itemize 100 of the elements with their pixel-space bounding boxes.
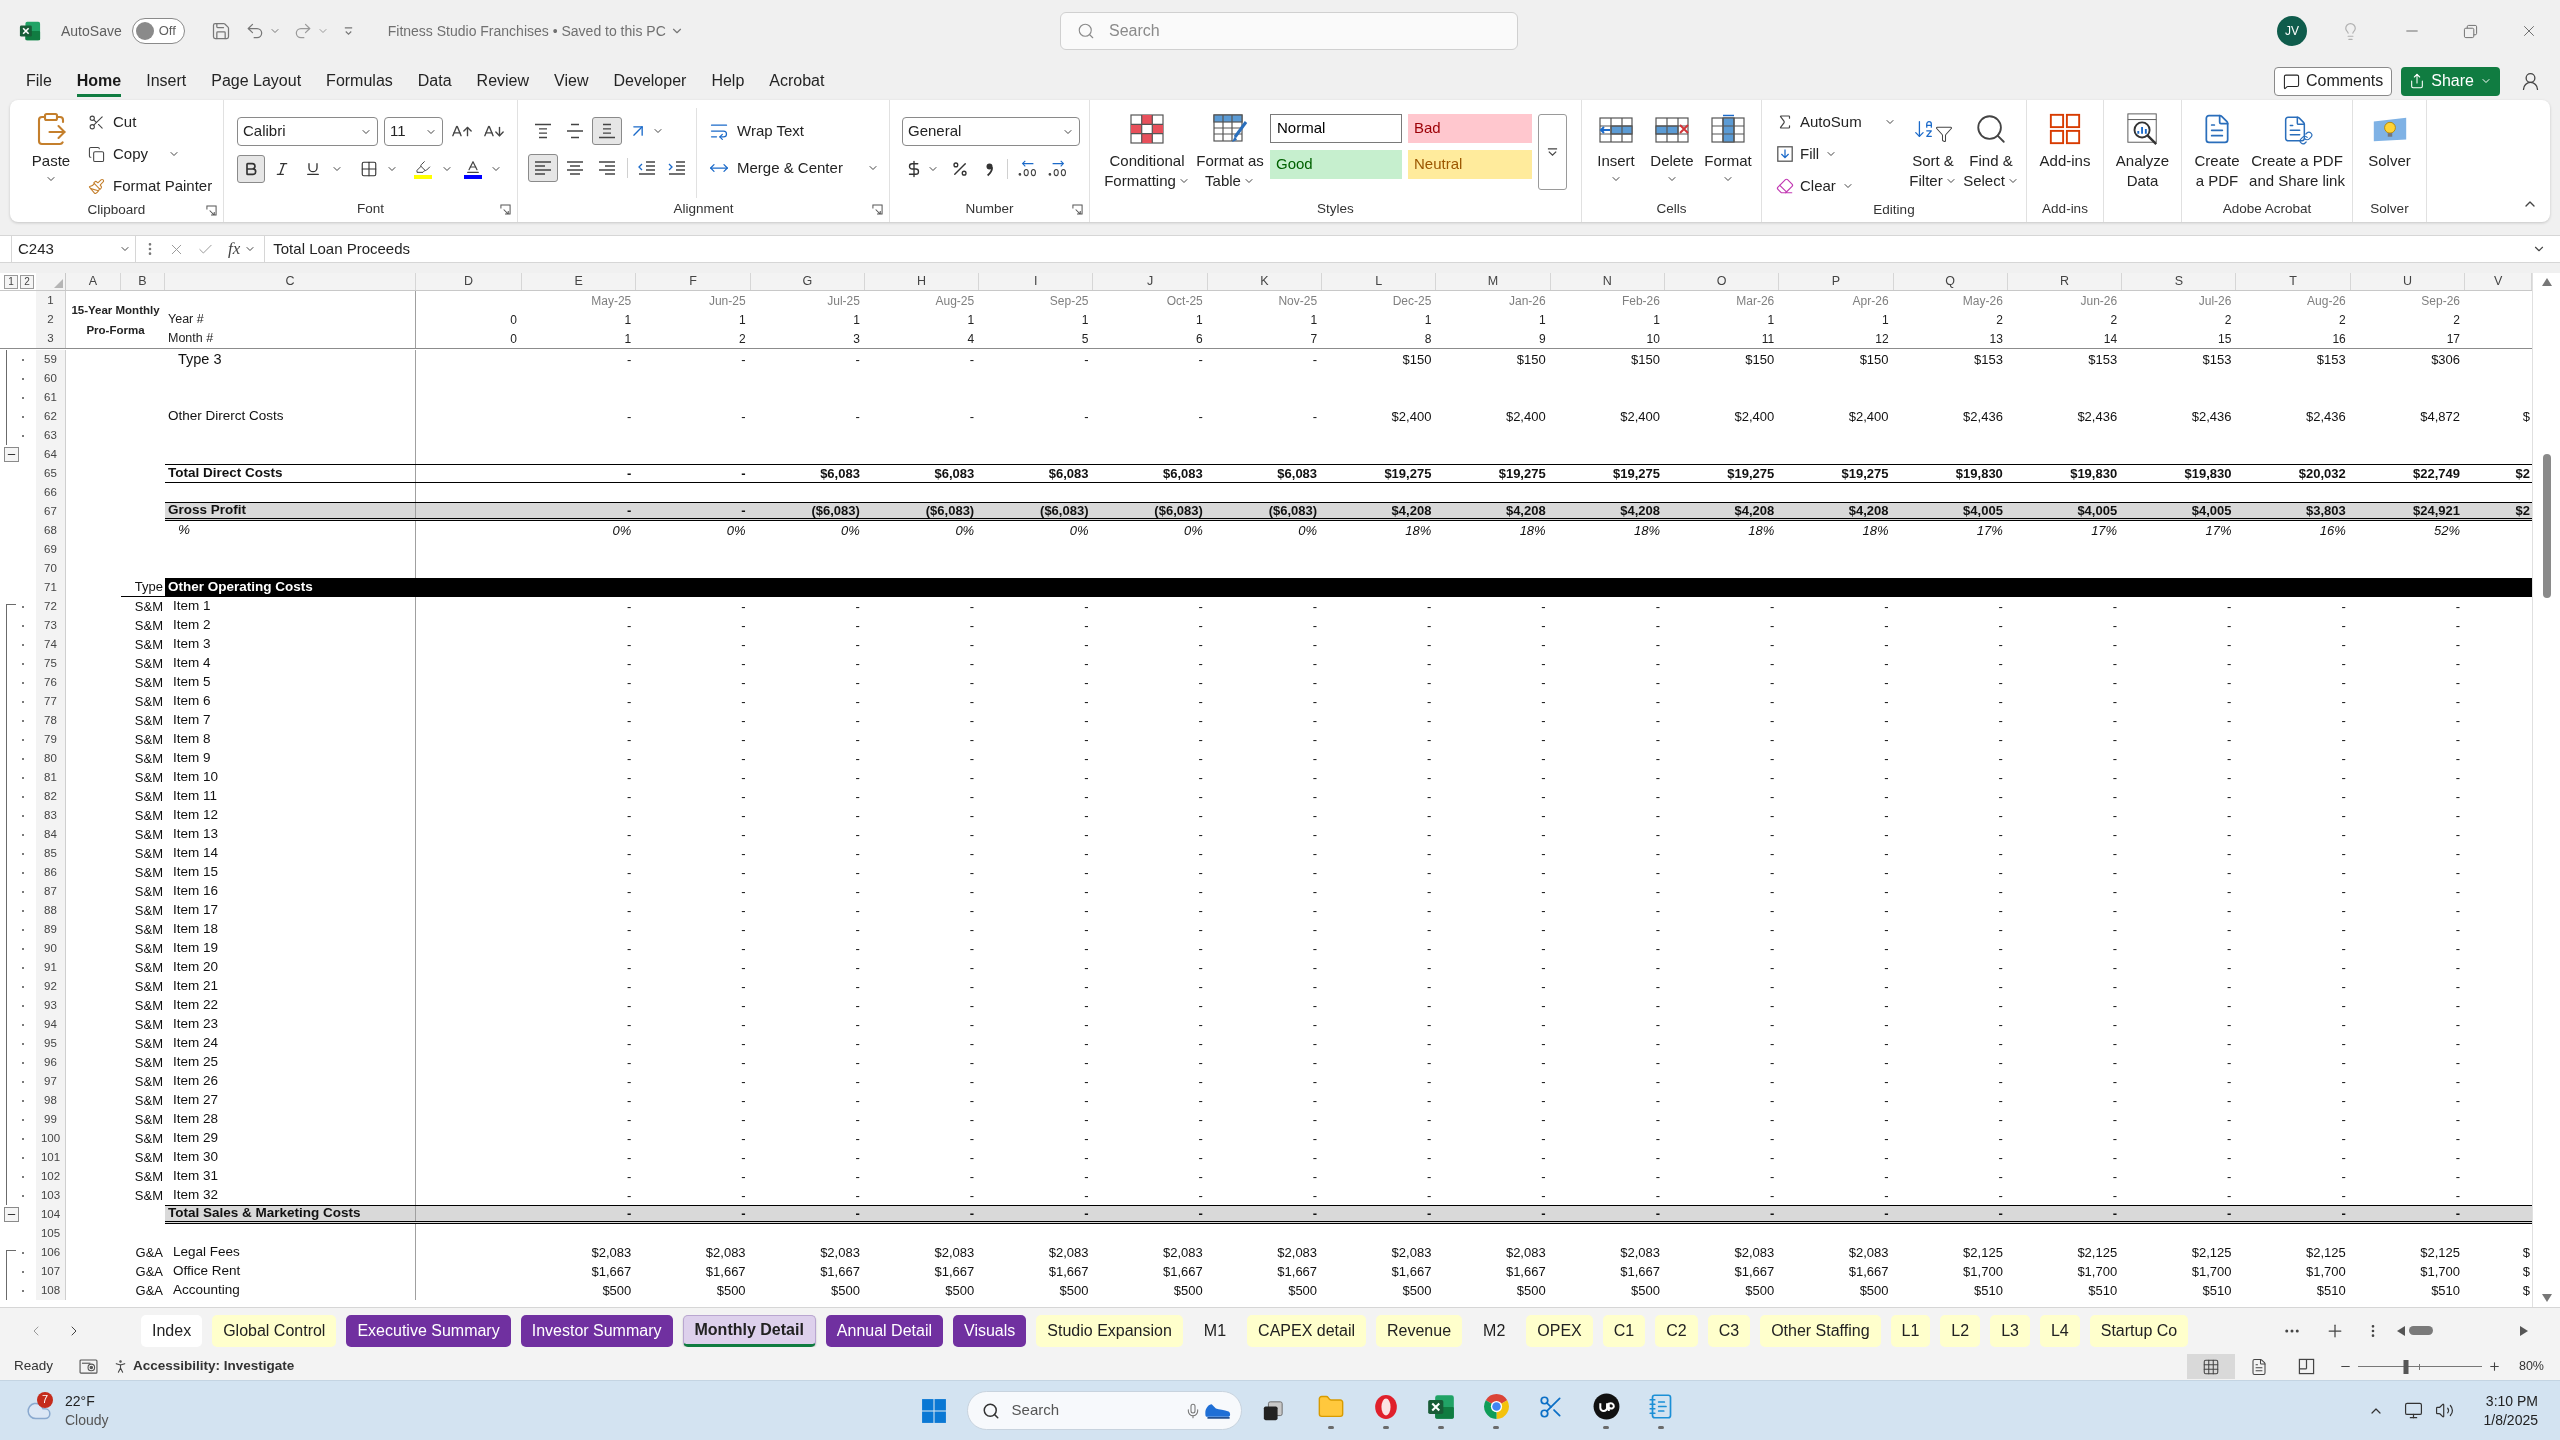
outline-level-button[interactable]: 2	[20, 274, 34, 289]
analyze-data-button[interactable]: Analyze Data	[2113, 108, 2172, 198]
menu-tab[interactable]: Home	[76, 65, 122, 97]
outline-level-button[interactable]: 1	[4, 274, 18, 289]
ring-logo-icon[interactable]	[1373, 1393, 1400, 1420]
tricolor-circle-icon[interactable]	[1482, 1393, 1510, 1420]
slider-thumb[interactable]	[2403, 1359, 2409, 1374]
autosave-toggle[interactable]: Off	[131, 18, 185, 44]
conditional-formatting-button[interactable]: Conditional Formatting	[1099, 108, 1195, 191]
scroll-down-arrow-icon[interactable]	[2541, 1294, 2552, 1302]
sheet-tab[interactable]: L2	[1940, 1314, 1981, 1347]
scroll-left-arrow-icon[interactable]	[2397, 1325, 2405, 1336]
sheet-tab[interactable]: CAPEX detail	[1247, 1314, 1366, 1347]
sheet-tab[interactable]: Annual Detail	[825, 1314, 943, 1347]
sheet-tab[interactable]: L1	[1890, 1314, 1931, 1347]
cells-button[interactable]: Insert	[1590, 108, 1642, 198]
name-box[interactable]: C243	[11, 236, 136, 262]
menu-tab[interactable]: Formulas	[326, 65, 393, 97]
share-button[interactable]: Share	[2401, 66, 2500, 96]
collapse-group-button[interactable]	[4, 447, 19, 462]
scroll-right-arrow-icon[interactable]	[2520, 1325, 2528, 1336]
menu-tab[interactable]: Insert	[146, 65, 187, 97]
clock-date[interactable]: 1/8/2025	[2483, 1410, 2538, 1430]
round-logo-icon[interactable]	[1592, 1393, 1620, 1420]
dialog-launcher-icon[interactable]	[872, 203, 883, 215]
macro-record-icon[interactable]	[79, 1359, 99, 1374]
sheet-tab[interactable]: L4	[2039, 1314, 2080, 1347]
font-name-dropdown[interactable]: Calibri	[237, 117, 378, 146]
autosum-button[interactable]: AutoSum	[1776, 108, 1904, 136]
sheet-tab[interactable]: C1	[1602, 1314, 1646, 1347]
clock-time[interactable]: 3:10 PM	[2485, 1391, 2538, 1411]
cell-style-option[interactable]: Good	[1270, 150, 1402, 179]
create-pdf-button[interactable]: Create a PDF	[2189, 108, 2245, 198]
sheet-tab[interactable]: OPEX	[1526, 1314, 1593, 1347]
menu-tab[interactable]: Acrobat	[769, 65, 825, 97]
taskbar-search-field[interactable]: Search	[966, 1391, 1242, 1430]
speaker-icon[interactable]	[2434, 1401, 2454, 1420]
add-ins-button[interactable]: Add-ins	[2035, 108, 2095, 198]
cut-button[interactable]: Cut	[88, 108, 213, 136]
vertical-align-button[interactable]	[592, 117, 622, 145]
formula-input[interactable]: Total Loan Proceeds	[264, 236, 2518, 262]
person-icon[interactable]	[2520, 70, 2541, 92]
sort-filter-button[interactable]: Sort & Filter	[1904, 108, 1962, 200]
sheet-tab[interactable]: Investor Summary	[520, 1314, 673, 1347]
zoom-slider[interactable]	[2357, 1359, 2482, 1374]
dialog-launcher-icon[interactable]	[1072, 203, 1083, 215]
paste-button[interactable]: Paste	[20, 108, 82, 200]
cell-style-option[interactable]: Neutral	[1408, 150, 1532, 179]
find-select-button[interactable]: Find & Select	[1962, 108, 2020, 200]
cell-style-option[interactable]: Bad	[1408, 114, 1532, 143]
sheet-tab[interactable]: Startup Co	[2089, 1314, 2189, 1347]
cells-button[interactable]: Delete	[1646, 108, 1698, 198]
cells-button[interactable]: Format	[1702, 108, 1754, 198]
font-size-dropdown[interactable]: 11	[384, 117, 443, 146]
network-icon[interactable]	[2403, 1401, 2423, 1420]
save-icon[interactable]	[210, 21, 231, 41]
menu-tab[interactable]: Review	[476, 65, 530, 97]
scroll-up-arrow-icon[interactable]	[2541, 278, 2552, 286]
sheet-tab[interactable]: Visuals	[953, 1314, 1027, 1347]
sheet-tab[interactable]: Studio Expansion	[1036, 1314, 1183, 1347]
sheet-tab[interactable]: Executive Summary	[346, 1314, 511, 1347]
sheet-tab[interactable]: Index	[141, 1314, 203, 1347]
create-share-pdf-button[interactable]: Create a PDF and Share link	[2245, 108, 2349, 198]
sheet-tab[interactable]: Other Staffing	[1760, 1314, 1881, 1347]
format-as-table-button[interactable]: Format as Table	[1195, 108, 1265, 191]
menu-tab[interactable]: File	[26, 65, 52, 97]
scrollbar-thumb[interactable]	[2409, 1326, 2433, 1335]
horizontal-align-button[interactable]	[528, 154, 558, 182]
menu-tab[interactable]: Help	[711, 65, 745, 97]
spreadsheet-app-icon[interactable]	[1427, 1392, 1456, 1421]
sheet-tab[interactable]: C2	[1655, 1314, 1698, 1347]
sheet-tab[interactable]: M1	[1192, 1314, 1238, 1347]
zoom-level[interactable]: 80%	[2518, 1357, 2544, 1376]
sheet-tab[interactable]: Monthly Detail	[682, 1314, 816, 1347]
fill-button[interactable]: Fill	[1776, 140, 1904, 168]
menu-tab[interactable]: View	[554, 65, 589, 97]
menu-tab[interactable]: Data	[417, 65, 452, 97]
task-view-icon[interactable]	[1261, 1399, 1284, 1422]
bold-button[interactable]	[237, 155, 265, 183]
styles-more-button[interactable]	[1538, 114, 1567, 190]
zoom-in-icon[interactable]	[2487, 1360, 2501, 1373]
wrap-text-button[interactable]: Wrap Text	[709, 117, 879, 145]
copy-button[interactable]: Copy	[88, 140, 213, 168]
dialog-launcher-icon[interactable]	[206, 204, 217, 216]
format-painter-button[interactable]: Format Painter	[88, 172, 213, 200]
accessibility-status[interactable]: Accessibility: Investigate	[133, 1356, 295, 1377]
scrollbar-thumb[interactable]	[2542, 454, 2551, 598]
clear-button[interactable]: Clear	[1776, 172, 1904, 200]
sheet-tab[interactable]: M2	[1472, 1314, 1517, 1347]
menu-tab[interactable]: Page Layout	[211, 65, 302, 97]
sheet-tab[interactable]: Revenue	[1376, 1314, 1463, 1347]
insert-function-button[interactable]: fx	[228, 236, 241, 262]
solver-button[interactable]: Solver	[2360, 108, 2419, 198]
customize-toolbar-icon[interactable]	[342, 25, 354, 37]
sheet-tab[interactable]: Global Control	[212, 1314, 337, 1347]
start-menu-icon[interactable]	[920, 1397, 947, 1424]
restore-icon[interactable]	[2463, 23, 2478, 39]
cell-style-option[interactable]: Normal	[1270, 114, 1402, 143]
sheet-tab[interactable]: L3	[1990, 1314, 2030, 1347]
comments-button[interactable]: Comments	[2273, 66, 2393, 96]
